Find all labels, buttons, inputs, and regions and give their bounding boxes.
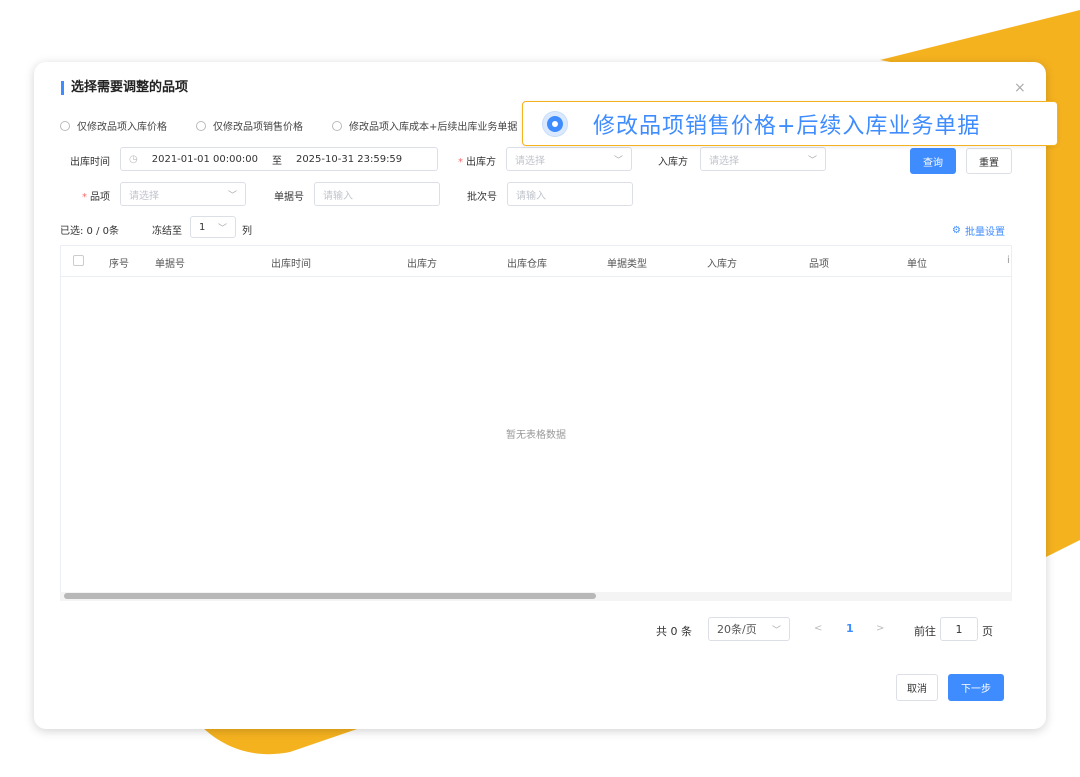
adjust-items-dialog: 选择需要调整的品项 × 仅修改品项入库价格 仅修改品项销售价格 修改品项入库成本… (34, 62, 1046, 729)
radio-option-sales-price[interactable]: 仅修改品项销售价格 (196, 118, 303, 133)
total-count: 共 0 条 (656, 625, 692, 638)
radio-label: 仅修改品项入库价格 (77, 122, 167, 133)
column-header: 出库仓库 (507, 259, 547, 270)
goto-page-value: 1 (955, 622, 963, 636)
chevron-down-icon: ﹀ (217, 223, 227, 234)
column-header-truncated: i (1007, 255, 1010, 266)
chevron-down-icon: ﹀ (807, 155, 817, 166)
batch-setting-icon: ⚙ (952, 225, 961, 236)
column-header: 出库方 (407, 259, 437, 270)
item-select[interactable]: 请选择 ﹀ (120, 182, 246, 206)
column-header: 出库时间 (271, 259, 311, 270)
doc-no-input[interactable]: 请输入 (314, 182, 440, 206)
date-start: 2021-01-01 00:00:00 (151, 153, 258, 165)
empty-table-text: 暂无表格数据 (506, 430, 566, 441)
chevron-down-icon: ﹀ (227, 190, 237, 201)
column-header: 单位 (907, 259, 927, 270)
cancel-button[interactable]: 取消 (896, 674, 938, 701)
goto-page-input[interactable]: 1 (940, 617, 978, 641)
freeze-label: 冻结至 (152, 226, 182, 237)
dialog-title: 选择需要调整的品项 (61, 81, 188, 95)
close-icon[interactable]: × (1014, 80, 1026, 96)
page-size-select[interactable]: 20条/页 ﹀ (708, 617, 790, 641)
goto-label: 前往 (914, 625, 936, 638)
date-range-picker[interactable]: ◷ 2021-01-01 00:00:00 至 2025-10-31 23:59… (120, 147, 438, 171)
prev-page-icon[interactable]: < (814, 623, 822, 634)
batch-setting-link[interactable]: ⚙ 批量设置 (952, 223, 1005, 238)
callout-label: 修改品项销售价格+后续入库业务单据 (593, 113, 981, 139)
out-party-placeholder: 请选择 (515, 155, 545, 167)
select-all-checkbox[interactable] (73, 255, 84, 266)
highlighted-radio-option-sales-price-followup[interactable]: 修改品项销售价格+后续入库业务单据 (522, 101, 1058, 146)
column-header: 单据类型 (607, 259, 647, 270)
column-header: 序号 (109, 259, 129, 270)
data-table: 序号 单据号 出库时间 出库方 出库仓库 单据类型 入库方 品项 单位 i 暂无… (60, 245, 1012, 601)
column-header: 入库方 (707, 259, 737, 270)
horizontal-scrollbar-thumb[interactable] (64, 593, 596, 599)
batch-no-label: 批次号 (467, 192, 497, 203)
radio-circle-icon (196, 120, 206, 131)
column-header: 单据号 (155, 259, 185, 270)
doc-no-label: 单据号 (274, 192, 304, 203)
in-party-select[interactable]: 请选择 ﹀ (700, 147, 826, 171)
in-party-label: 入库方 (658, 157, 688, 168)
radio-option-purchase-price[interactable]: 仅修改品项入库价格 (60, 118, 167, 133)
radio-selected-icon (543, 111, 567, 136)
radio-label: 修改品项入库成本+后续出库业务单据 (349, 122, 518, 133)
batch-no-input[interactable]: 请输入 (507, 182, 633, 206)
radio-circle-icon (60, 120, 70, 131)
next-step-button[interactable]: 下一步 (948, 674, 1004, 701)
selected-count: 已选: 0 / 0条 (60, 226, 119, 237)
batch-no-placeholder: 请输入 (516, 190, 546, 202)
freeze-column-select[interactable]: 1 ﹀ (190, 216, 236, 238)
out-party-select[interactable]: 请选择 ﹀ (506, 147, 632, 171)
radio-option-purchase-cost-followup[interactable]: 修改品项入库成本+后续出库业务单据 (332, 118, 517, 133)
radio-circle-icon (332, 120, 342, 131)
reset-button[interactable]: 重置 (966, 148, 1012, 174)
table-header: 序号 单据号 出库时间 出库方 出库仓库 单据类型 入库方 品项 单位 i (61, 246, 1011, 277)
item-label: * 品项 (82, 192, 110, 203)
goto-suffix: 页 (982, 625, 993, 638)
out-time-label: 出库时间 (70, 157, 110, 168)
freeze-value: 1 (199, 221, 206, 233)
clock-icon: ◷ (129, 153, 138, 165)
in-party-placeholder: 请选择 (709, 155, 739, 167)
date-separator: 至 (271, 155, 282, 167)
current-page[interactable]: 1 (846, 622, 854, 635)
chevron-down-icon: ﹀ (613, 155, 623, 166)
page-size-value: 20条/页 (717, 623, 757, 636)
chevron-down-icon: ﹀ (771, 625, 781, 636)
doc-no-placeholder: 请输入 (323, 190, 353, 202)
batch-setting-label: 批量设置 (964, 227, 1005, 238)
query-button[interactable]: 查询 (910, 148, 956, 174)
column-header: 品项 (809, 259, 829, 270)
out-party-label: * 出库方 (458, 157, 496, 168)
item-placeholder: 请选择 (129, 190, 159, 202)
date-end: 2025-10-31 23:59:59 (295, 153, 403, 165)
radio-label: 仅修改品项销售价格 (213, 122, 303, 133)
next-page-icon[interactable]: > (876, 623, 884, 634)
freeze-suffix: 列 (242, 226, 252, 237)
